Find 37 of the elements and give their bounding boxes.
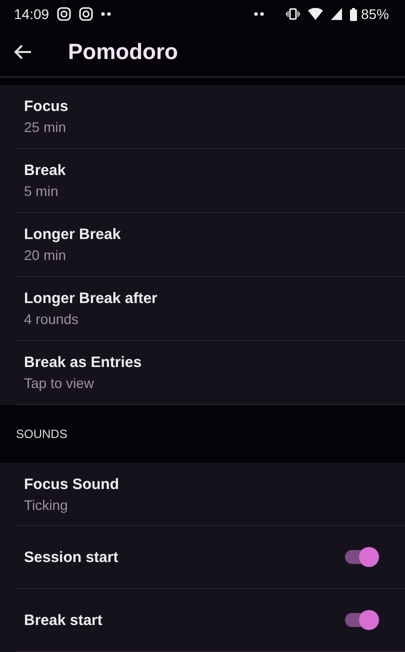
camera-icon [57,7,72,22]
more-icon [101,12,112,16]
section-header: SOUNDS [16,426,68,441]
setting-title: Focus Sound [24,476,119,492]
setting-value: Ticking [24,496,69,512]
setting-item[interactable]: Break as Entries Tap to view [16,340,405,405]
setting-title: Focus [24,98,68,115]
setting-item[interactable]: Session start [16,526,405,589]
setting-title: Longer Break after [24,290,158,307]
battery-level: 85% [360,6,389,22]
camera-icon [79,7,94,22]
setting-value: 20 min [24,246,68,263]
screen-title: Pomodoro [68,39,178,65]
setting-item[interactable]: Break start [16,589,405,652]
setting-value: Tap to view [24,374,96,391]
setting-title: Break as Entries [24,354,142,371]
wifi-icon [308,8,323,20]
setting-item[interactable]: Longer Break 20 min [16,212,405,277]
setting-item[interactable]: Focus Sound Ticking [16,463,405,526]
setting-item[interactable]: Longer Break after 4 rounds [16,276,405,341]
toggle-switch[interactable] [345,550,379,564]
setting-title: Session start [24,548,118,566]
more-icon [254,12,264,16]
setting-value: 4 rounds [24,310,80,327]
setting-item[interactable]: Focus 25 min [16,84,405,149]
battery-icon [350,8,357,21]
setting-item[interactable]: Break 5 min [16,148,405,213]
toggle-switch[interactable] [345,613,379,627]
signal-icon [330,8,342,20]
setting-title: Break [24,162,66,179]
back-arrow-icon[interactable] [14,44,32,60]
vibrate-icon [286,8,300,20]
setting-title: Longer Break [24,226,121,243]
setting-value: 25 min [24,118,68,135]
status-time: 14:09 [14,6,50,22]
setting-title: Break start [24,612,102,628]
setting-value: 5 min [24,182,60,199]
